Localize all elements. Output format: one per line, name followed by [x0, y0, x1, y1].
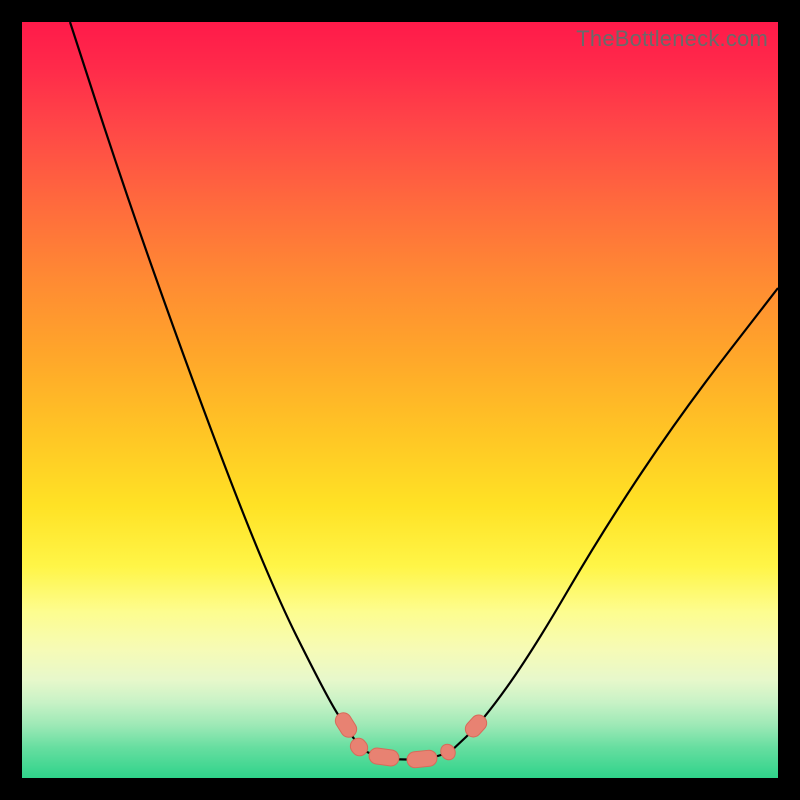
curve-marker: [438, 742, 458, 763]
curve-marker: [368, 747, 400, 767]
plot-area: TheBottleneck.com: [22, 22, 778, 778]
watermark-text: TheBottleneck.com: [576, 26, 768, 52]
curve-marker: [347, 735, 371, 759]
curve-marker: [406, 749, 438, 768]
chart-frame: TheBottleneck.com: [0, 0, 800, 800]
marker-layer: [22, 22, 778, 778]
curve-marker: [332, 710, 359, 741]
curve-marker: [462, 712, 490, 741]
